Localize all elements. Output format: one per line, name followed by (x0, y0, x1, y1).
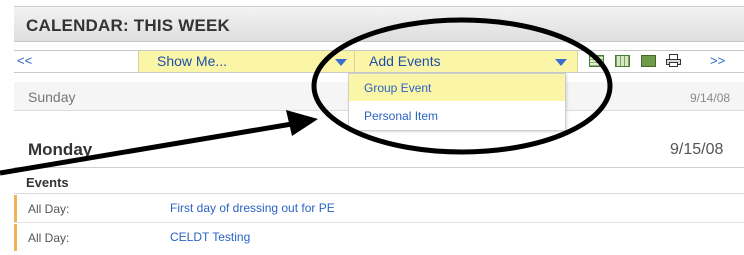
pointer-arrow-shaft (0, 121, 293, 176)
highlight-ellipse (311, 17, 613, 155)
annotation-overlay (0, 17, 613, 176)
pointer-arrow-head (286, 110, 318, 136)
